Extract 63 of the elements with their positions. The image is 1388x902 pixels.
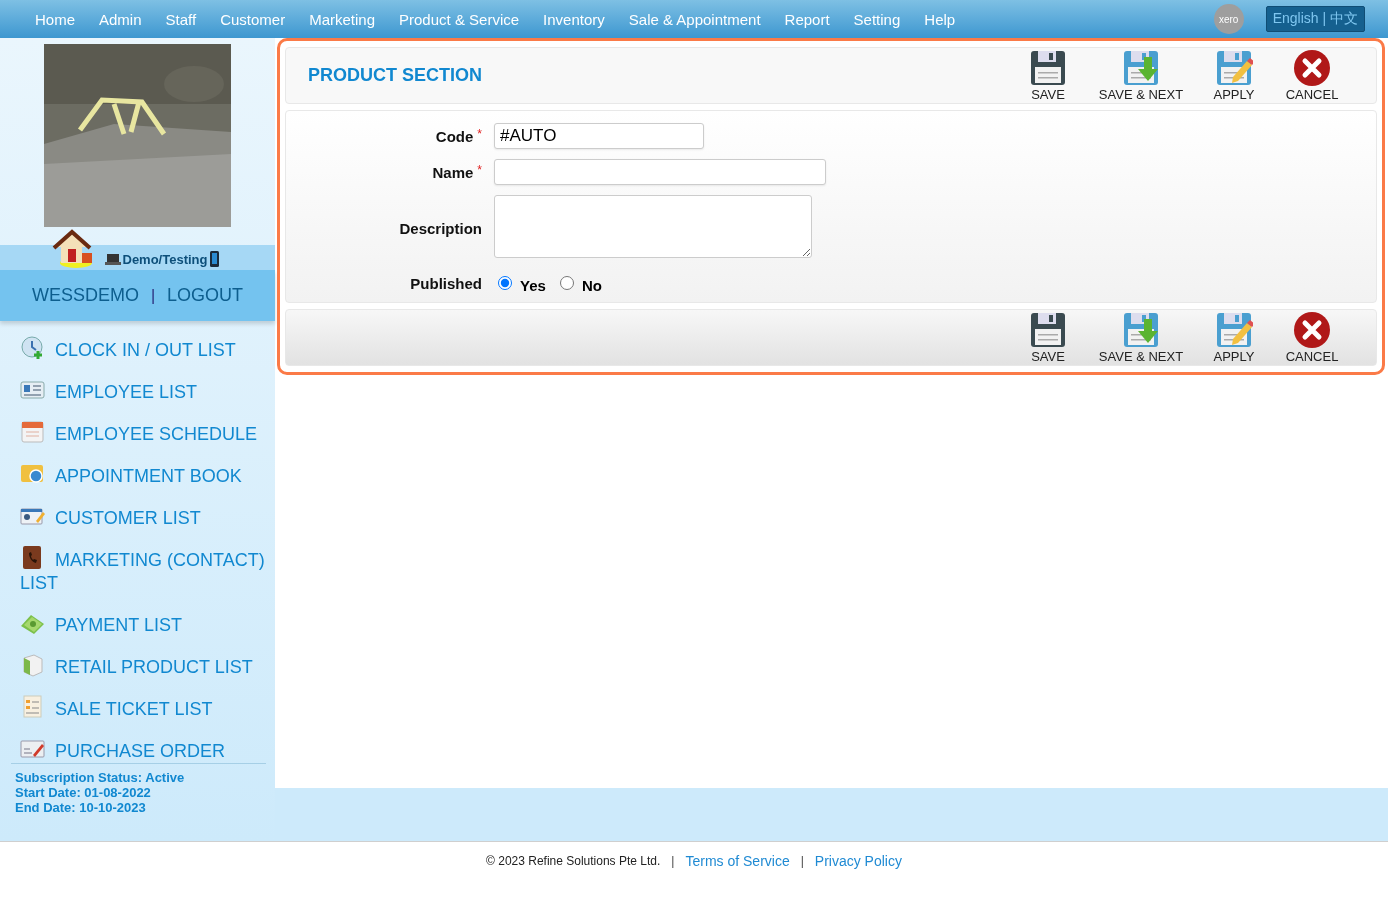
text-field[interactable]: #AUTO: [494, 123, 704, 149]
house-icon: [52, 228, 94, 269]
nav-link[interactable]: Staff: [153, 10, 209, 28]
subscription-info: Subscription Status: Active: [15, 770, 186, 785]
text-field[interactable]: [494, 159, 826, 185]
save-next-button[interactable]: SAVE & NEXT: [1086, 311, 1196, 364]
calendar-icon: [20, 419, 45, 444]
description-field[interactable]: [494, 195, 812, 258]
save-next-button[interactable]: SAVE & NEXT: [1086, 49, 1196, 102]
nav-link[interactable]: Sale & Appointment: [616, 10, 773, 28]
field-label: Name $^{*}$: [431, 163, 482, 181]
terms-link[interactable]: Terms of Service: [685, 853, 790, 869]
laptop-icon: [104, 253, 121, 266]
logout-link[interactable]: LOGOUT: [167, 285, 244, 307]
sidebar-item[interactable]: CLOCK IN / OUT LIST: [20, 335, 265, 362]
nav-link[interactable]: Help: [912, 10, 968, 28]
section-title: PRODUCT SECTION: [308, 65, 482, 86]
sidebar-item[interactable]: PAYMENT LIST: [20, 610, 265, 637]
cancel-button[interactable]: CANCEL: [1272, 311, 1352, 364]
cancel-icon: [1293, 311, 1331, 349]
ticket-icon: [20, 694, 45, 719]
subscription-info: End Date: 10-10-2023: [15, 800, 147, 815]
phone-icon: [209, 251, 219, 268]
field-label: Code $^{*}$: [434, 127, 482, 145]
subscription-info: Start Date: 01-08-2022: [15, 785, 152, 800]
user-label: Demo/Testing: [104, 251, 219, 268]
privacy-link[interactable]: Privacy Policy: [814, 853, 902, 869]
nav-link[interactable]: Marketing: [297, 10, 388, 28]
sidebar-item[interactable]: EMPLOYEE LIST: [20, 377, 265, 404]
nav-link[interactable]: Inventory: [531, 10, 617, 28]
sidebar-item[interactable]: RETAIL PRODUCT LIST: [20, 652, 265, 679]
sidebar-item[interactable]: PURCHASE ORDER: [20, 736, 265, 763]
radio-label: Yes: [520, 276, 546, 294]
nav-link[interactable]: Product & Service: [387, 10, 532, 28]
radio-label: No: [581, 276, 602, 294]
sidebar-item[interactable]: SALE TICKET LIST: [20, 694, 265, 721]
nav-link[interactable]: Customer: [208, 10, 298, 28]
xero-badge[interactable]: xero: [1213, 4, 1244, 34]
sidebar-item[interactable]: CUSTOMER LIST: [20, 503, 265, 530]
field-label: Published: [409, 274, 482, 292]
apply-button[interactable]: APPLY: [1196, 311, 1272, 364]
sidebar-item[interactable]: EMPLOYEE SCHEDULE: [20, 419, 265, 446]
copyright-text: © 2023 Refine Solutions Pte Ltd.: [486, 854, 661, 868]
radio-button[interactable]: [559, 276, 574, 290]
nav-link[interactable]: Report: [772, 10, 842, 28]
account-link[interactable]: WESSDEMO: [31, 285, 139, 307]
sidebar-item[interactable]: MARKETING (CONTACT) LIST: [20, 545, 265, 595]
separator: |: [800, 854, 804, 868]
apply-button[interactable]: APPLY: [1196, 49, 1272, 102]
sidebar-item[interactable]: APPOINTMENT BOOK: [20, 461, 265, 488]
field-label: Description: [398, 220, 482, 237]
separator: |: [150, 286, 156, 305]
save-button[interactable]: SAVE: [1010, 311, 1086, 364]
separator: |: [671, 854, 675, 868]
clock-icon: [20, 335, 45, 360]
language-button[interactable]: English | 中文: [1265, 6, 1365, 32]
nav-link[interactable]: Admin: [87, 10, 154, 28]
nav-link[interactable]: Home: [23, 10, 87, 28]
save-button[interactable]: SAVE: [1010, 49, 1086, 102]
product-box-icon: [20, 652, 45, 677]
radio-button[interactable]: [498, 276, 512, 290]
nav-link[interactable]: Setting: [841, 10, 913, 28]
cancel-button[interactable]: CANCEL: [1272, 49, 1352, 102]
